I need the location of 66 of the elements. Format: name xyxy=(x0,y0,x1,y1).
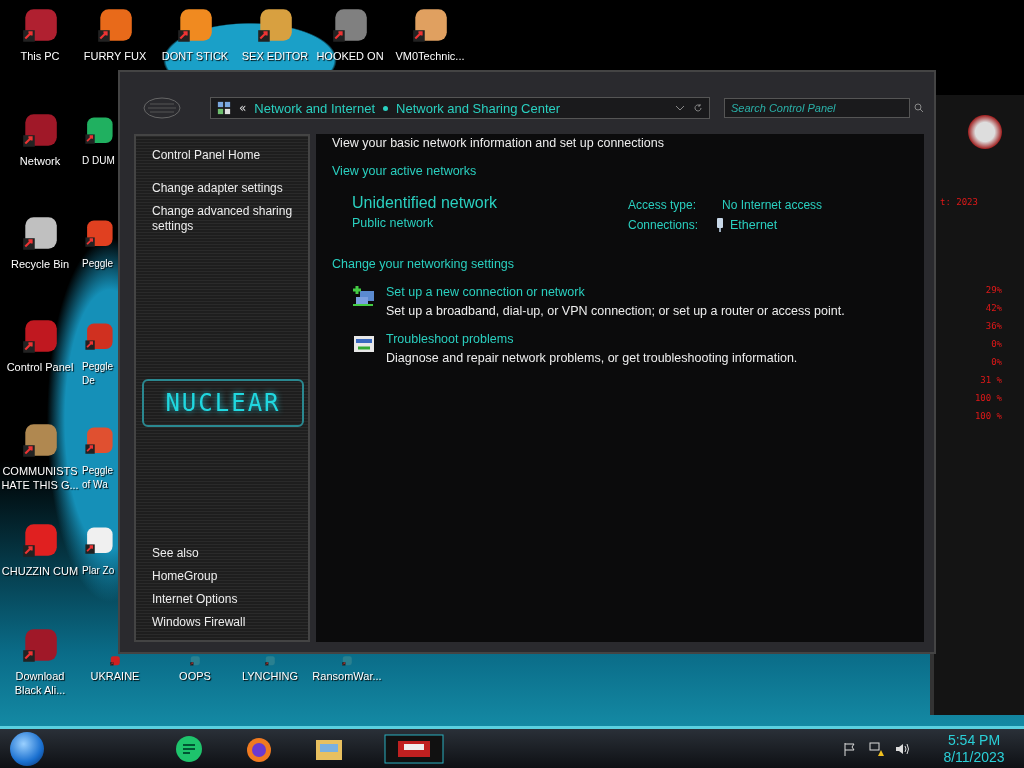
nuclear-logo: NUCLEAR xyxy=(142,379,304,427)
control-panel-icon[interactable] xyxy=(384,733,444,764)
control-panel-icon xyxy=(217,101,231,115)
desktop-icon-label[interactable]: Peggle xyxy=(82,257,116,271)
breadcrumb-separator-icon xyxy=(383,105,389,111)
desktop-icon-label[interactable]: Download Black Ali... xyxy=(1,669,79,697)
desktop-icon-label[interactable]: OOPS xyxy=(156,669,234,683)
desktop-icon-label[interactable]: Plar Zo xyxy=(82,564,116,578)
sidebar-link[interactable]: Change advanced sharing settings xyxy=(152,204,294,234)
network-setup-icon xyxy=(352,285,376,309)
desktop-icon-label[interactable]: UKRAINE xyxy=(76,669,154,683)
gadget-reading: 0% xyxy=(991,339,1002,349)
clock-date[interactable]: 8/11/2023 xyxy=(943,748,1005,766)
gadget-reading: 31 % xyxy=(980,375,1002,385)
chat-app-icon[interactable] xyxy=(174,733,204,764)
search-field[interactable]: Search Control Panel xyxy=(724,98,910,118)
see-also-link[interactable]: Windows Firewall xyxy=(152,615,294,630)
sidebar-link[interactable]: Control Panel Home xyxy=(152,148,294,163)
gadget-reading: 0% xyxy=(991,357,1002,367)
network-warning-icon[interactable] xyxy=(868,740,884,757)
gadget-reading: 100 % xyxy=(974,393,1002,403)
gadget-reading: 100 % xyxy=(974,411,1002,421)
task-description: Set up a broadband, dial-up, or VPN connection; or set up a router or access point. xyxy=(386,304,845,318)
see-also-link[interactable]: Internet Options xyxy=(152,592,294,607)
flag-icon[interactable] xyxy=(842,740,858,757)
gadget-reading: 42% xyxy=(985,303,1002,313)
desktop-icon-label[interactable]: VM0Technic... xyxy=(391,49,469,63)
gadget-reading: t: 2023 xyxy=(940,197,978,207)
search-icon[interactable] xyxy=(914,103,924,113)
desktop-icon-label[interactable]: Recycle Bin xyxy=(1,257,79,271)
desktop-icon-label[interactable]: Peggle De xyxy=(82,360,116,388)
address-bar[interactable]: « Network and Internet Network and Sharing Center xyxy=(210,97,710,119)
task-description: Diagnose and repair network problems, or get troubleshooting information. xyxy=(386,351,798,365)
desktop-icon-label[interactable]: This PC xyxy=(1,49,79,63)
task-link[interactable]: Troubleshoot problems xyxy=(386,332,798,346)
breadcrumb[interactable]: Network and Sharing Center xyxy=(396,100,561,116)
desktop-icon-label[interactable]: LYNCHING xyxy=(231,669,309,683)
network-name: Unidentified network xyxy=(352,194,498,212)
ethernet-plug-icon xyxy=(716,217,724,233)
desktop-icon-label[interactable]: Peggle of Wa xyxy=(82,464,116,492)
access-type-label: Access type: xyxy=(628,198,698,212)
page-heading: View your basic network information and set up connections xyxy=(332,136,665,150)
start-button[interactable] xyxy=(10,731,44,766)
desktop-icon-label[interactable]: CHUZZIN CUM xyxy=(1,564,79,578)
desktop-icon-label[interactable]: RansomWar... xyxy=(308,669,386,683)
desktop-icon-label[interactable]: Network xyxy=(1,154,79,168)
sidebar-link[interactable]: Change adapter settings xyxy=(152,181,294,196)
desktop-icon-label[interactable]: D DUM xyxy=(82,154,116,168)
desktop-icon-label[interactable]: Control Panel xyxy=(1,360,79,374)
see-also-heading: See also xyxy=(152,546,200,561)
ethernet-link[interactable]: Ethernet xyxy=(730,218,778,232)
overflow-chevron[interactable]: « xyxy=(239,101,247,115)
clock-time[interactable]: 5:54 PM xyxy=(947,731,1001,749)
connections-label: Connections: xyxy=(628,218,700,232)
refresh-icon[interactable] xyxy=(693,103,703,113)
gadget-reading: 36% xyxy=(985,321,1002,331)
desktop-icon-label[interactable]: FURRY FUX xyxy=(76,49,154,63)
task-link[interactable]: Set up a new connection or network xyxy=(386,285,845,299)
network-type-link[interactable]: Public network xyxy=(352,216,628,230)
access-type-value: No Internet access xyxy=(722,198,823,212)
gadget-reading: 29% xyxy=(985,285,1002,295)
section-heading: Change your networking settings xyxy=(332,257,516,271)
see-also-link[interactable]: HomeGroup xyxy=(152,569,294,584)
breadcrumb[interactable]: Network and Internet xyxy=(254,100,376,116)
dropdown-caret-icon[interactable] xyxy=(675,103,685,113)
section-heading: View your active networks xyxy=(332,164,478,178)
